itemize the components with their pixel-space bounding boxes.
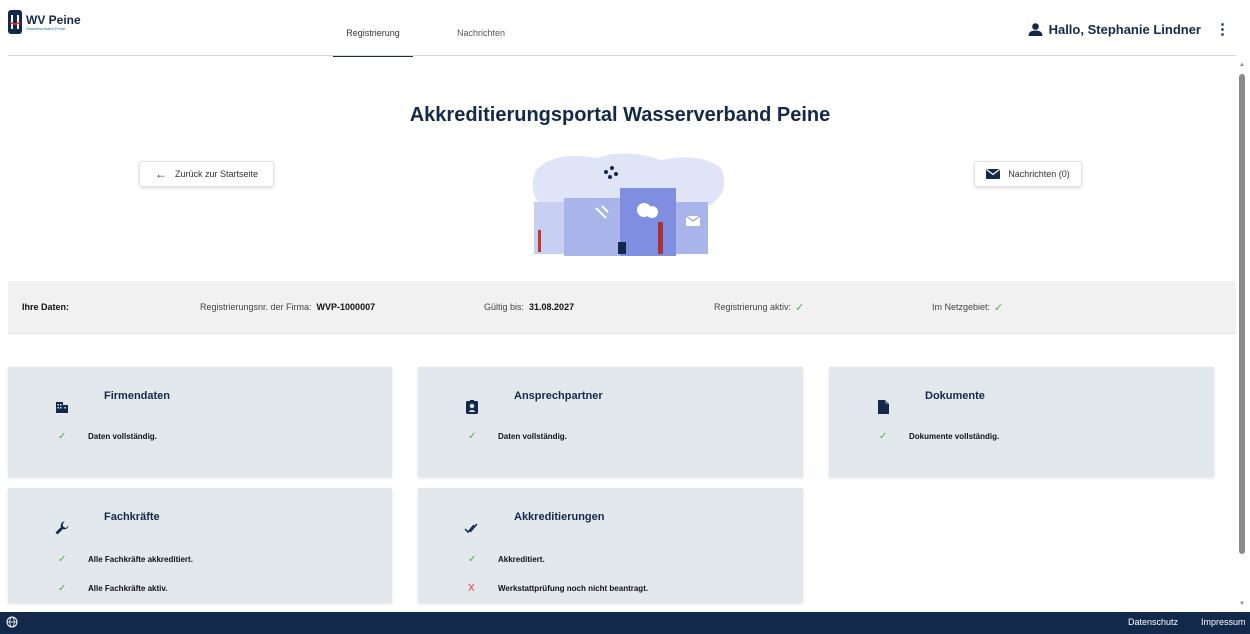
- card-title: Akkreditierungen: [514, 511, 605, 523]
- user-menu[interactable]: Hallo, Stephanie Lindner ⋮: [1028, 20, 1230, 38]
- registration-info-bar: Ihre Daten: Registrierungsnr. der Firma:…: [8, 281, 1236, 334]
- card-status-row: X Werkstattprüfung noch nicht beantragt.: [468, 583, 648, 594]
- card-firmendaten[interactable]: Firmendaten ✓ Daten vollständig.: [8, 367, 392, 477]
- status-text: Werkstattprüfung noch nicht beantragt.: [498, 584, 649, 593]
- check-icon: ✓: [58, 431, 67, 442]
- mail-icon: [986, 169, 1001, 179]
- check-icon: ✓: [994, 301, 1004, 314]
- contact-badge-icon: [466, 400, 478, 414]
- card-status-row: ✓ Daten vollständig.: [58, 431, 157, 442]
- check-icon: ✓: [879, 431, 888, 442]
- registration-active: Registrierung aktiv: ✓: [714, 281, 804, 333]
- card-title: Firmendaten: [104, 390, 171, 402]
- scroll-up-icon[interactable]: ▲: [1238, 62, 1246, 68]
- cross-icon: X: [468, 583, 475, 594]
- arrow-left-icon: ←: [154, 167, 167, 181]
- check-icon: ✓: [58, 554, 67, 565]
- in-network-label: Im Netzgebiet:: [932, 302, 991, 312]
- scroll-thumb[interactable]: [1239, 74, 1245, 554]
- kebab-menu-icon[interactable]: ⋮: [1215, 20, 1230, 38]
- status-text: Akkreditiert.: [498, 555, 545, 564]
- card-title: Dokumente: [925, 390, 985, 402]
- back-to-start-button[interactable]: ← Zurück zur Startseite: [139, 161, 274, 187]
- double-check-icon: [464, 523, 478, 534]
- valid-until: Gültig bis: 31.08.2027: [484, 281, 574, 333]
- header-divider: [8, 55, 1236, 56]
- status-text: Alle Fachkräfte aktiv.: [88, 584, 168, 593]
- card-title: Fachkräfte: [104, 511, 160, 523]
- page-title: Akkreditierungsportal Wasserverband Pein…: [409, 104, 831, 126]
- tab-registrierung[interactable]: Registrierung: [333, 28, 413, 57]
- check-icon: ✓: [468, 554, 477, 565]
- status-text: Dokumente vollständig.: [909, 432, 1000, 441]
- check-icon: ✓: [468, 431, 477, 442]
- card-akkreditierungen[interactable]: Akkreditierungen ✓ Akkreditiert. X Werks…: [418, 488, 803, 603]
- status-text: Daten vollständig.: [498, 432, 567, 441]
- card-dokumente[interactable]: Dokumente ✓ Dokumente vollständig.: [829, 367, 1214, 477]
- card-status-row: ✓ Dokumente vollständig.: [879, 431, 999, 442]
- info-heading: Ihre Daten:: [22, 302, 70, 312]
- portal-illustration: [532, 153, 725, 256]
- registration-number: Registrierungsnr. der Firma: WVP-1000007: [200, 281, 375, 333]
- registration-active-label: Registrierung aktiv:: [714, 302, 792, 312]
- card-status-row: ✓ Alle Fachkräfte akkreditiert.: [58, 554, 193, 565]
- app-header: WV Peine Wasserverband Peine Registrieru…: [0, 0, 1250, 57]
- check-icon: ✓: [58, 583, 67, 594]
- registration-number-value: WVP-1000007: [316, 302, 376, 312]
- building-icon: [56, 402, 68, 413]
- footer: Datenschutz Impressum: [0, 612, 1250, 634]
- logo[interactable]: WV Peine Wasserverband Peine: [8, 10, 81, 34]
- tab-label: Nachrichten: [456, 28, 506, 38]
- wrench-icon: [55, 521, 69, 535]
- logo-title: WV Peine: [26, 12, 81, 27]
- scroll-down-icon[interactable]: ▼: [1238, 601, 1246, 607]
- user-icon: [1028, 22, 1043, 36]
- card-status-row: ✓ Akkreditiert.: [468, 554, 545, 565]
- card-title: Ansprechpartner: [514, 390, 603, 402]
- globe-icon[interactable]: [6, 616, 18, 628]
- status-text: Alle Fachkräfte akkreditiert.: [88, 555, 193, 564]
- footer-link-imprint[interactable]: Impressum: [1201, 617, 1246, 627]
- card-ansprechpartner[interactable]: Ansprechpartner ✓ Daten vollständig.: [418, 367, 803, 477]
- valid-until-value: 31.08.2027: [529, 302, 575, 312]
- tab-label: Registrierung: [346, 28, 400, 38]
- card-fachkraefte[interactable]: Fachkräfte ✓ Alle Fachkräfte akkreditier…: [8, 488, 392, 603]
- logo-subtitle: Wasserverband Peine: [26, 25, 66, 31]
- logo-icon: [8, 10, 22, 34]
- messages-button-label: Nachrichten (0): [1008, 169, 1070, 179]
- tab-nachrichten[interactable]: Nachrichten: [441, 28, 521, 55]
- check-icon: ✓: [795, 301, 805, 314]
- back-button-label: Zurück zur Startseite: [174, 169, 259, 179]
- status-text: Daten vollständig.: [88, 432, 157, 441]
- card-status-row: ✓ Alle Fachkräfte aktiv.: [58, 583, 167, 594]
- footer-link-privacy[interactable]: Datenschutz: [1128, 617, 1178, 627]
- user-greeting: Hallo, Stephanie Lindner: [1048, 21, 1201, 37]
- in-network-area: Im Netzgebiet: ✓: [932, 281, 1003, 333]
- registration-number-label: Registrierungsnr. der Firma:: [200, 302, 312, 312]
- scrollbar[interactable]: ▲ ▼: [1238, 62, 1246, 607]
- document-icon: [878, 400, 889, 414]
- info-label: Ihre Daten:: [22, 281, 69, 333]
- card-status-row: ✓ Daten vollständig.: [468, 431, 567, 442]
- messages-button[interactable]: Nachrichten (0): [974, 161, 1082, 187]
- valid-until-label: Gültig bis:: [484, 302, 525, 312]
